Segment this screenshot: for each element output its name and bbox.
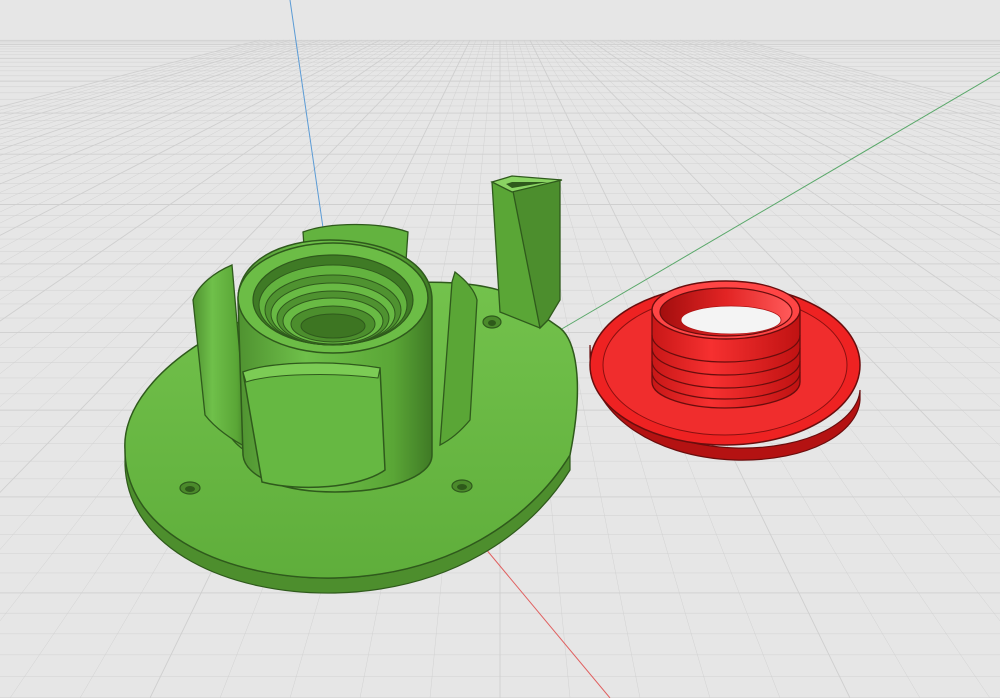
socket-thread-bore [252,254,414,346]
viewport-canvas[interactable] [0,0,1000,698]
neck-bore-depth [680,305,782,335]
red-flange-ring-model[interactable] [589,280,861,461]
front-clip-tab [242,362,386,489]
3d-viewport[interactable] [0,0,1000,698]
x-axis-line [469,529,611,698]
screw-hole [179,481,201,495]
screw-hole [482,315,502,329]
green-base-model[interactable] [124,175,579,594]
screw-hole [451,479,473,493]
